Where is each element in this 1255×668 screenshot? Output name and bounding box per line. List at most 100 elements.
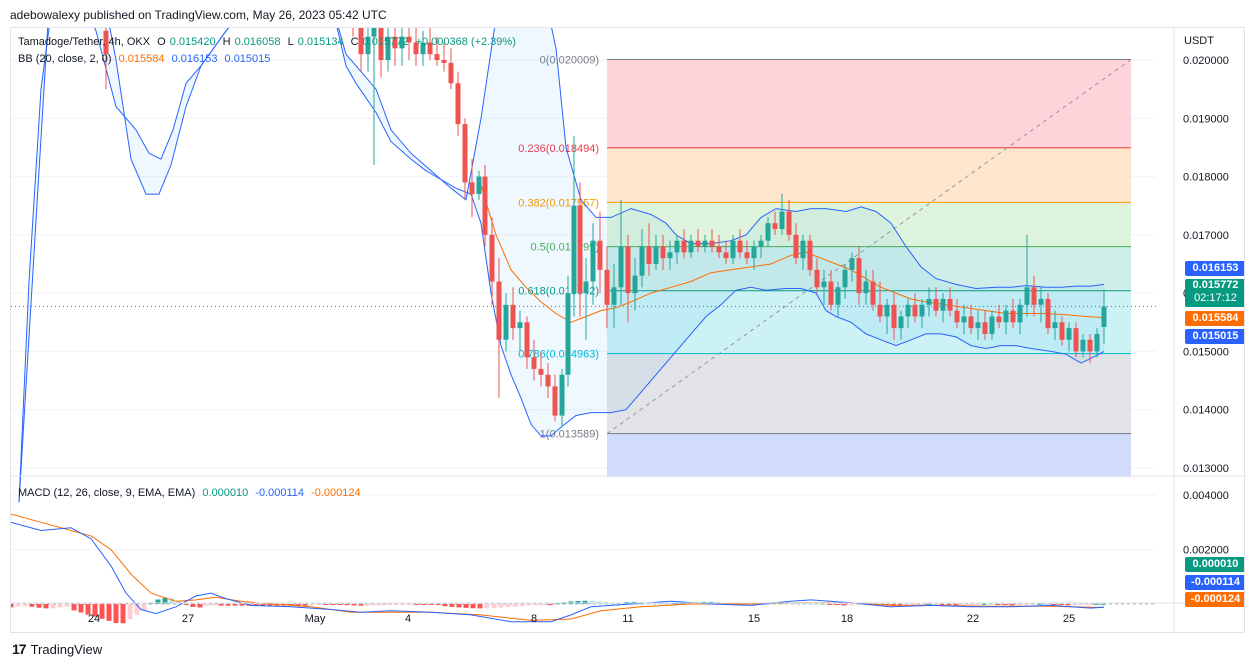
macd-histogram-bar	[589, 600, 595, 605]
macd-histogram-bar	[890, 604, 896, 606]
macd-histogram-bar	[967, 604, 973, 606]
candle-body	[919, 304, 925, 317]
close-label: C	[350, 36, 359, 48]
candle-body	[462, 124, 468, 183]
macd-histogram-bar	[456, 604, 462, 608]
candle-body	[583, 281, 589, 294]
candle-body	[863, 281, 869, 294]
time-tick-label: 25	[1063, 613, 1075, 625]
bb-upper-value: 0.016153	[171, 53, 218, 65]
candle-body	[476, 176, 482, 195]
symbol-legend: Tamadoge/Tether, 4h, OKX O 0.015420 H 0.01…	[18, 36, 520, 48]
low-label: L	[287, 36, 294, 48]
macd-histogram-bar	[841, 604, 847, 606]
tradingview-footer: 17 TradingView	[12, 641, 102, 657]
candle-body	[531, 357, 537, 369]
time-tick-label: 27	[182, 613, 194, 625]
price-tick-label: 0.013000	[1183, 463, 1229, 475]
macd-histogram-bar	[974, 604, 980, 606]
candle-body	[982, 322, 988, 334]
macd-histogram-bar	[57, 604, 63, 608]
chart-panel[interactable]: 0(0.020009)0.236(0.018494)0.382(0.017557…	[10, 27, 1245, 633]
candle-body	[639, 246, 645, 276]
macd-histogram-bar	[491, 604, 497, 609]
macd-histogram-bar	[302, 604, 308, 606]
macd-histogram-bar	[428, 604, 434, 606]
candle-body	[947, 298, 953, 311]
candle-body	[646, 246, 652, 264]
macd-histogram-bar	[330, 604, 336, 606]
macd-histogram-bar	[64, 604, 70, 607]
bb-basis-value: 0.015584	[118, 53, 165, 65]
macd-histogram-bar	[575, 600, 581, 605]
macd-histogram-bar	[407, 604, 413, 606]
candle-body	[434, 54, 440, 60]
price-tick-label: 0.017000	[1183, 230, 1229, 242]
candle-body	[954, 310, 960, 323]
candle-body	[590, 240, 596, 282]
macd-histogram-bar	[540, 604, 546, 606]
macd-histogram-bar	[827, 604, 833, 606]
macd-histogram-bar	[225, 604, 231, 606]
macd-histogram-bar	[442, 604, 448, 607]
candle-body	[545, 374, 551, 387]
candle-body	[653, 246, 659, 264]
candle-body	[571, 205, 577, 294]
candle-body	[905, 304, 911, 317]
macd-histogram-bar	[50, 604, 56, 609]
macd-histogram-bar	[820, 603, 826, 605]
candle-body	[496, 281, 502, 340]
macd-histogram-bar	[1051, 604, 1057, 606]
macd-histogram-bar	[855, 604, 861, 606]
candle-body	[660, 246, 666, 259]
macd-histogram-bar	[36, 604, 42, 608]
macd-histogram-bar	[1072, 604, 1078, 606]
macd-histogram-bar	[918, 604, 924, 606]
macd-histogram-bar	[470, 604, 476, 609]
candle-body	[870, 281, 876, 305]
macd-histogram-bar	[11, 604, 14, 608]
macd-histogram-bar	[113, 604, 119, 623]
macd-histogram-bar	[358, 604, 364, 606]
time-tick-label: May	[305, 613, 326, 625]
macd-histogram-bar	[78, 604, 84, 613]
macd-histogram-bar	[379, 604, 385, 606]
candle-body	[702, 240, 708, 247]
candle-body	[751, 246, 757, 259]
currency-label: USDT	[1184, 35, 1214, 47]
candle-body	[758, 240, 764, 247]
candle-body	[489, 234, 495, 282]
macd-histogram-bar	[393, 604, 399, 606]
macd-histogram-bar	[946, 604, 952, 606]
time-tick-label: 22	[967, 613, 979, 625]
tradingview-logo-icon: 17	[12, 641, 27, 657]
macd-histogram-bar	[1058, 604, 1064, 606]
candle-body	[667, 252, 673, 259]
macd-histogram-bar	[848, 604, 854, 606]
price-tick-label: 0.015000	[1183, 346, 1229, 358]
macd-histogram-bar	[939, 604, 945, 606]
macd-hist-badge: 0.000010	[1185, 557, 1244, 572]
macd-legend: MACD (12, 26, close, 9, EMA, EMA) 0.0000…	[18, 487, 365, 499]
macd-histogram-bar	[925, 603, 931, 605]
macd-histogram-bar	[29, 604, 35, 607]
macd-histogram-bar	[239, 604, 245, 606]
open-value: 0.015420	[169, 36, 216, 48]
candle-body	[688, 240, 694, 253]
candle-body	[632, 275, 638, 294]
macd-histogram-bar	[43, 604, 49, 609]
candle-body	[565, 293, 571, 375]
macd-histogram-bar	[519, 604, 525, 607]
candle-body	[961, 316, 967, 323]
macd-histogram-bar	[1009, 604, 1015, 606]
candle-body	[821, 281, 827, 288]
candle-body	[772, 223, 778, 230]
macd-histogram-bar	[533, 604, 539, 606]
macd-histogram-bar	[463, 604, 469, 608]
candle-body	[552, 386, 558, 416]
candle-body	[744, 252, 750, 259]
candle-body	[441, 60, 447, 63]
chart-canvas[interactable]: 0(0.020009)0.236(0.018494)0.382(0.017557…	[11, 28, 1245, 633]
time-tick-label: 15	[748, 613, 760, 625]
macd-histogram-bar	[512, 604, 518, 607]
